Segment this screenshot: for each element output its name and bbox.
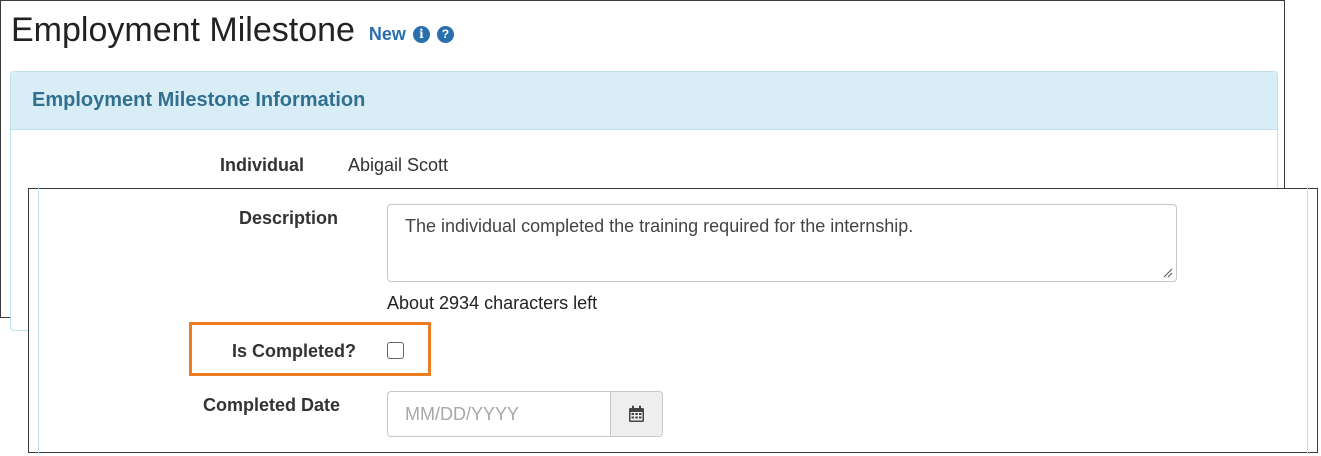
calendar-button[interactable]	[610, 391, 663, 437]
panel-header: Employment Milestone Information	[11, 72, 1277, 130]
title-row: Employment Milestone New i ?	[11, 11, 454, 55]
individual-label: Individual	[220, 155, 305, 175]
completed-date-input[interactable]: MM/DD/YYYY	[387, 391, 611, 437]
individual-value: Abigail Scott	[348, 155, 449, 175]
description-label: Description	[239, 208, 339, 228]
description-text: The individual completed the training re…	[405, 216, 914, 236]
date-placeholder: MM/DD/YYYY	[405, 404, 520, 424]
is-completed-label: Is Completed?	[232, 341, 357, 361]
info-icon[interactable]: i	[412, 25, 430, 43]
resize-grip-icon[interactable]	[1163, 268, 1173, 278]
form-panel: Description The individual completed the…	[38, 187, 1308, 454]
calendar-icon	[629, 405, 644, 422]
new-status-label: New	[368, 24, 406, 44]
help-icon[interactable]: ?	[436, 25, 454, 43]
characters-left-text: About 2934 characters left	[387, 293, 598, 313]
completed-date-label: Completed Date	[203, 395, 341, 415]
description-textarea[interactable]: The individual completed the training re…	[387, 204, 1177, 282]
panel-title: Employment Milestone Information	[32, 89, 366, 111]
is-completed-checkbox[interactable]	[387, 342, 404, 359]
front-window: Description The individual completed the…	[28, 187, 1318, 454]
page-title: Employment Milestone	[11, 11, 355, 49]
